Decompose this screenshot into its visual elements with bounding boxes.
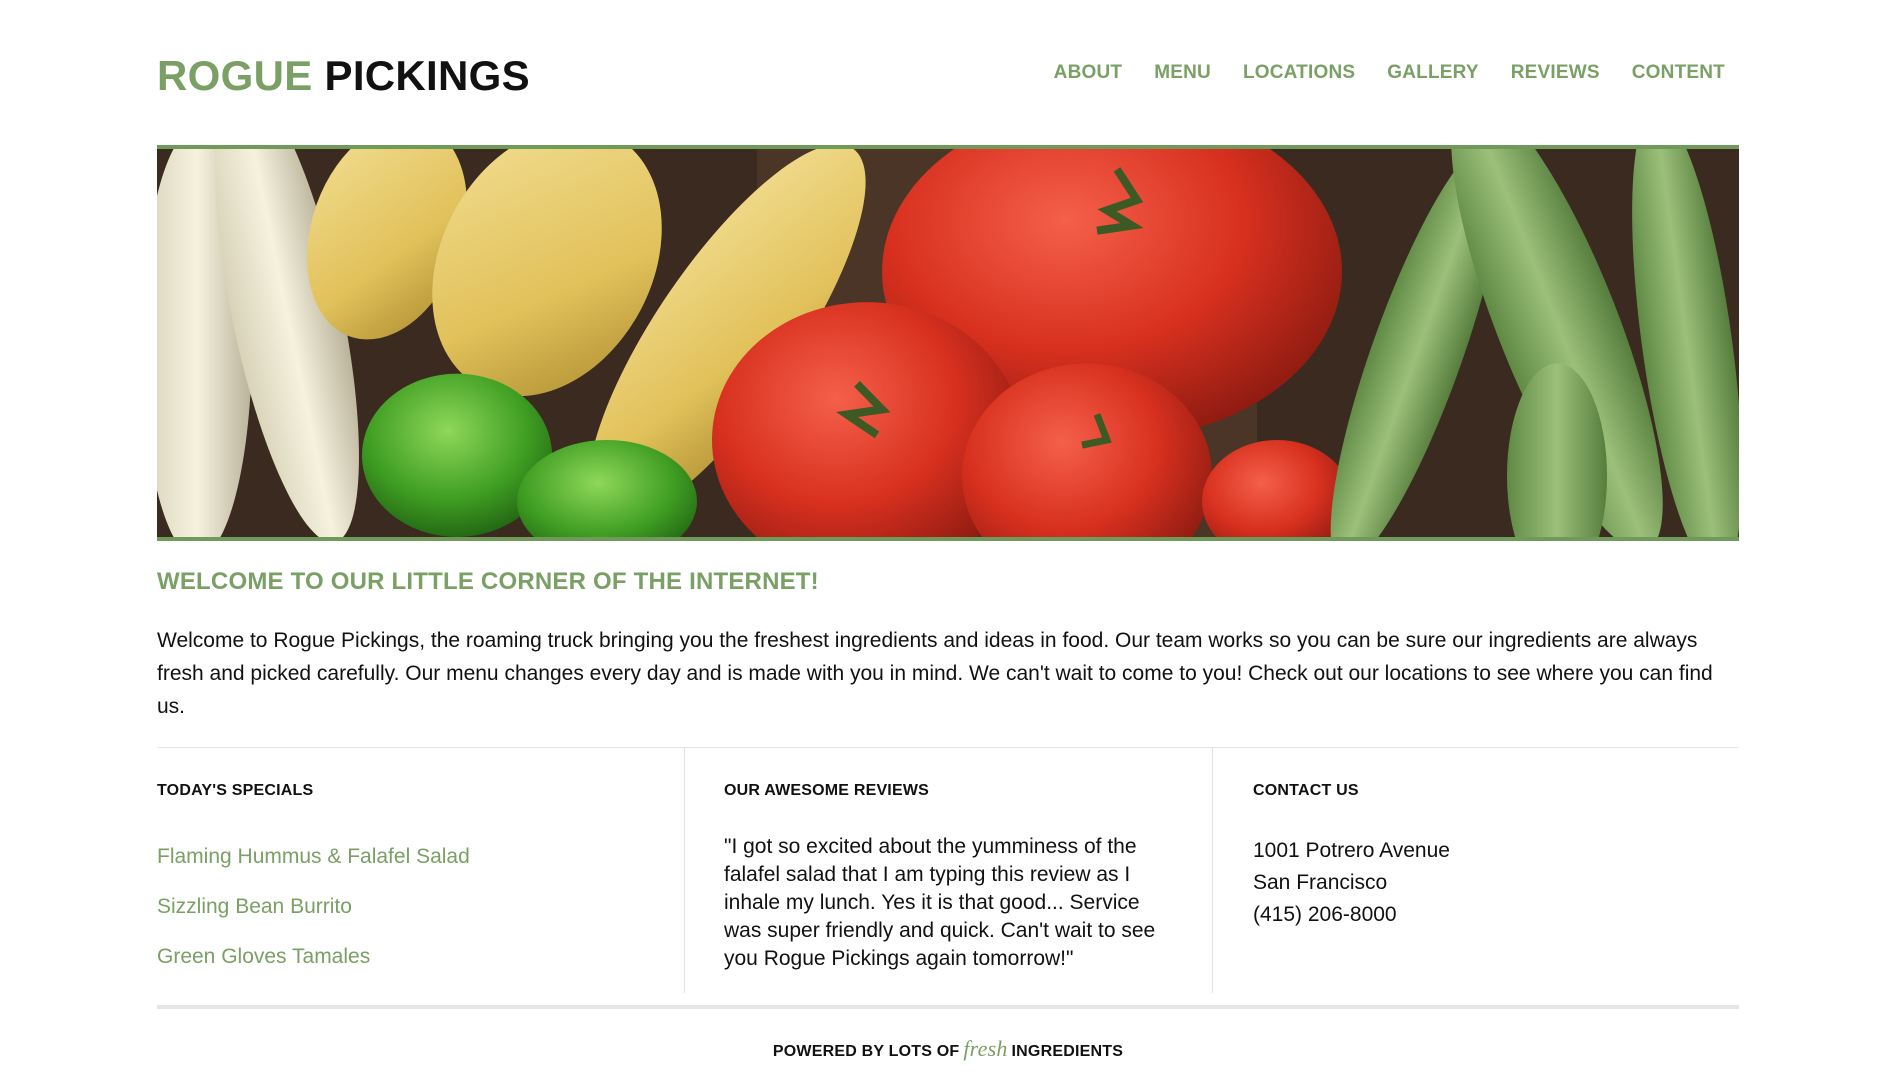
- special-item-bean-burrito[interactable]: Sizzling Bean Burrito: [157, 894, 470, 919]
- reviews-heading: OUR AWESOME REVIEWS: [724, 782, 930, 799]
- logo-word-rogue: ROGUE: [157, 52, 313, 99]
- footer-divider: [157, 1005, 1739, 1009]
- main-nav: ABOUT MENU LOCATIONS GALLERY REVIEWS CON…: [1054, 62, 1725, 84]
- contact-city: San Francisco: [1253, 871, 1388, 894]
- page: ROGUE PICKINGS ABOUT MENU LOCATIONS GALLE…: [0, 0, 1893, 1080]
- contact-phone: (415) 206-8000: [1253, 903, 1397, 926]
- contact-heading: CONTACT US: [1253, 782, 1359, 799]
- site-header: ROGUE PICKINGS ABOUT MENU LOCATIONS GALLE…: [157, 40, 1739, 110]
- nav-gallery[interactable]: GALLERY: [1387, 62, 1478, 84]
- nav-about[interactable]: ABOUT: [1054, 62, 1123, 84]
- special-item-hummus-falafel-salad[interactable]: Flaming Hummus & Falafel Salad: [157, 844, 470, 869]
- reviews-column: OUR AWESOME REVIEWS "I got so excited ab…: [685, 748, 1213, 993]
- special-item-tamales[interactable]: Green Gloves Tamales: [157, 944, 470, 969]
- contact-address: 1001 Potrero Avenue: [1253, 839, 1450, 862]
- contact-details: 1001 Potrero Avenue San Francisco (415) …: [1253, 835, 1450, 931]
- footer-text-after: INGREDIENTS: [1011, 1043, 1124, 1060]
- hero-banner: [157, 145, 1739, 541]
- nav-content[interactable]: CONTENT: [1632, 62, 1725, 84]
- logo-word-pickings: PICKINGS: [324, 52, 530, 99]
- hero-vegetables-image: [157, 149, 1739, 537]
- site-footer: POWERED BY LOTS OF fresh INGREDIENTS: [157, 1036, 1739, 1062]
- info-columns: TODAY'S SPECIALS Flaming Hummus & Falafe…: [157, 748, 1739, 993]
- specials-heading: TODAY'S SPECIALS: [157, 782, 314, 799]
- welcome-heading: WELCOME TO OUR LITTLE CORNER OF THE INTE…: [157, 568, 819, 595]
- review-quote: "I got so excited about the yumminess of…: [724, 835, 1156, 970]
- nav-reviews[interactable]: REVIEWS: [1511, 62, 1600, 84]
- specials-list: Flaming Hummus & Falafel Salad Sizzling …: [157, 844, 470, 994]
- footer-fresh-word: fresh: [963, 1036, 1008, 1061]
- footer-text-before: POWERED BY LOTS OF: [772, 1043, 960, 1060]
- nav-menu[interactable]: MENU: [1154, 62, 1211, 84]
- specials-column: TODAY'S SPECIALS Flaming Hummus & Falafe…: [157, 748, 685, 993]
- contact-column: CONTACT US 1001 Potrero Avenue San Franc…: [1213, 748, 1739, 993]
- welcome-paragraph: Welcome to Rogue Pickings, the roaming t…: [157, 629, 1713, 718]
- site-logo[interactable]: ROGUE PICKINGS: [157, 52, 530, 100]
- nav-locations[interactable]: LOCATIONS: [1243, 62, 1355, 84]
